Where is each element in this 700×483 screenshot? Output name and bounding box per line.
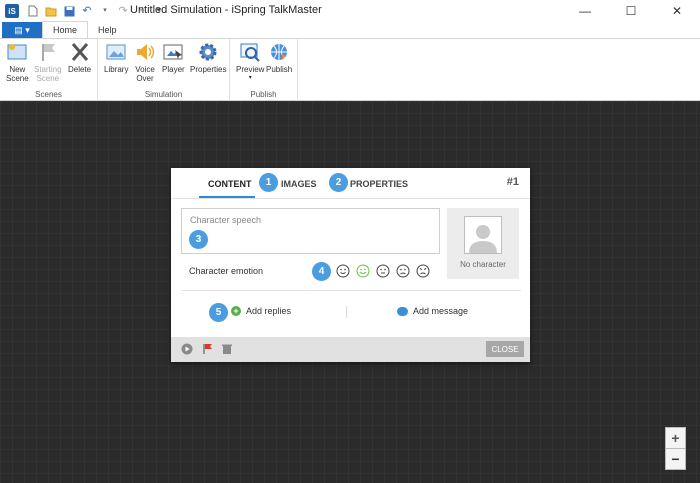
starting-scene-button[interactable]: Starting Scene [34,41,62,83]
file-menu-tab[interactable]: ▤ ▾ [2,22,42,38]
preview-label: Preview [236,65,265,74]
voice-over-label: Voice Over [135,65,155,83]
new-scene-label: New Scene [6,65,29,83]
section-divider [181,290,521,291]
badge-5: 5 [209,303,228,322]
message-bubble-icon [397,306,408,316]
properties-label: Properties [190,65,227,74]
emotion-neutral-icon[interactable] [376,264,390,278]
tab-properties[interactable]: PROPERTIES [350,179,408,189]
new-scene-button[interactable]: New Scene [6,41,29,83]
delete-x-icon [69,41,91,63]
badge-3: 3 [189,230,208,249]
dialog-divider [171,198,530,199]
badge-2: 2 [329,173,348,192]
badge-4: 4 [312,262,331,281]
flag-icon [37,41,59,63]
character-avatar-icon [464,216,502,254]
player-button[interactable]: Player [162,41,185,74]
new-file-icon[interactable] [27,5,39,17]
preview-button[interactable]: Preview ▾ [236,41,264,83]
character-speech-input[interactable]: Character speech 3 [181,208,440,254]
delete-label: Delete [68,65,92,74]
preview-magnifier-icon [239,41,261,63]
maximize-button[interactable]: ☐ [608,0,654,22]
tab-content[interactable]: CONTENT [208,179,252,189]
reply-actions: 5 + Add replies Add message [171,303,530,322]
delete-button[interactable]: Delete [68,41,91,74]
add-message-label: Add message [413,306,469,316]
group-publish: Preview ▾ Publish Publish [230,39,298,101]
library-icon [105,41,127,63]
tab-images[interactable]: IMAGES [281,179,317,189]
app-logo-icon: iS [5,4,19,18]
character-emotion-label: Character emotion [189,266,264,276]
emotion-angry-icon[interactable] [416,264,430,278]
add-green-icon: + [231,306,241,316]
tab-help[interactable]: Help [88,22,127,38]
ribbon-tab-row: ▤ ▾ Home Help [0,21,700,38]
player-icon [162,41,184,63]
emotion-sad-icon[interactable] [396,264,410,278]
speaker-icon [134,41,156,63]
gear-icon [197,41,219,63]
starting-flag-icon[interactable] [202,343,214,355]
properties-button[interactable]: Properties [190,41,226,74]
publish-label: Publish [266,65,293,74]
group-label-publish: Publish [250,90,277,99]
undo-dropdown-icon[interactable]: ▾ [99,5,111,17]
publish-button[interactable]: Publish [266,41,292,74]
preview-dropdown-icon[interactable]: ▾ [249,74,252,83]
emotion-selector [336,264,430,278]
save-icon[interactable] [63,5,75,17]
close-window-button[interactable]: ✕ [654,0,700,22]
window-title: Untitled Simulation - iSpring TalkMaster [130,4,322,16]
add-replies-label: Add replies [246,306,292,316]
add-message-button[interactable]: Add message [397,306,468,316]
new-scene-icon [6,41,28,63]
zoom-control: + − [665,427,686,470]
play-icon[interactable] [181,343,193,355]
emotion-neutral-smile-icon[interactable] [336,264,350,278]
voice-over-button[interactable]: Voice Over [134,41,156,83]
library-label: Library [104,65,129,74]
close-dialog-button[interactable]: CLOSE [486,341,524,357]
starting-scene-label: Starting Scene [34,65,62,83]
group-scenes: New Scene Starting Scene Delete Scenes [0,39,98,101]
player-label: Player [162,65,185,74]
scene-editor-dialog: CONTENT 1 IMAGES 2 PROPERTIES #1 Charact… [171,168,530,362]
open-folder-icon[interactable] [45,5,57,17]
badge-1: 1 [259,173,278,192]
group-label-simulation: Simulation [144,90,183,99]
scene-index: #1 [506,176,519,188]
title-bar: iS ↶ ▾ ↷ ▾ ⯆ Untitled Simulation - iSpri… [0,0,700,22]
dialog-footer: CLOSE [171,337,530,362]
library-button[interactable]: Library [104,41,128,74]
dialog-tabs: CONTENT 1 IMAGES 2 PROPERTIES #1 [171,168,530,198]
zoom-out-button[interactable]: − [666,448,685,468]
undo-icon[interactable]: ↶ [81,5,93,17]
tab-home[interactable]: Home [42,21,89,38]
minimize-button[interactable]: — [562,0,608,22]
globe-icon [268,41,290,63]
group-label-scenes: Scenes [35,90,62,99]
speech-placeholder: Character speech [190,215,262,225]
no-character-label: No character [460,260,506,269]
redo-icon[interactable]: ↷ [117,5,129,17]
ribbon: New Scene Starting Scene Delete Scenes L… [0,38,700,101]
group-simulation: Library Voice Over Player Properties Sim… [98,39,230,101]
trash-icon[interactable] [221,343,233,355]
emotion-happy-icon[interactable] [356,264,370,278]
zoom-in-button[interactable]: + [666,428,685,448]
character-picker[interactable]: No character [447,208,519,279]
reply-separator [346,306,347,318]
add-replies-button[interactable]: + Add replies [231,306,291,316]
